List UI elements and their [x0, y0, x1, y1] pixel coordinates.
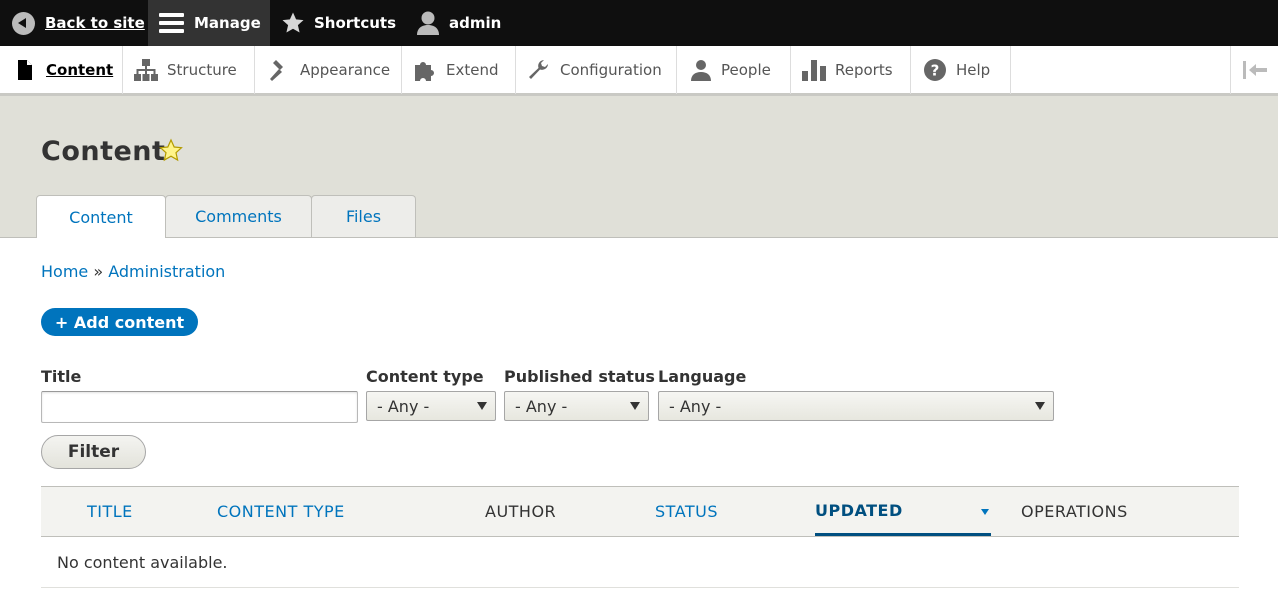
column-header-content-type[interactable]: CONTENT TYPE — [217, 487, 345, 536]
column-header-operations: OPERATIONS — [1021, 502, 1128, 521]
empty-message: No content available. — [57, 552, 228, 572]
dropdown-caret-icon — [630, 402, 640, 410]
content-type-filter-label: Content type — [366, 367, 484, 386]
published-status-filter-label: Published status — [504, 367, 655, 386]
tab-content[interactable]: Content — [36, 195, 166, 238]
user-icon — [417, 11, 439, 35]
tray-item-reports[interactable]: Reports — [791, 46, 911, 94]
bar-chart-icon — [801, 57, 827, 83]
tray-item-label: Extend — [446, 61, 499, 79]
tray-item-label: Configuration — [560, 61, 662, 79]
star-icon — [282, 12, 304, 33]
sitemap-icon — [133, 57, 159, 83]
svg-text:?: ? — [931, 62, 940, 80]
primary-tabs: Content Comments Files — [36, 195, 416, 238]
back-arrow-icon — [12, 11, 35, 35]
admin-toolbar: Back to site Manage Shortcuts admin — [0, 0, 1278, 46]
breadcrumb: Home » Administration — [41, 262, 225, 281]
paint-icon — [266, 57, 292, 83]
column-header-status[interactable]: STATUS — [655, 487, 718, 536]
tray-item-extend[interactable]: Extend — [402, 46, 516, 94]
breadcrumb-separator: » — [93, 262, 104, 281]
tray-item-help[interactable]: ? Help — [911, 46, 1011, 94]
tray-item-people[interactable]: People — [677, 46, 791, 94]
filter-button[interactable]: Filter — [41, 435, 146, 469]
puzzle-icon — [412, 57, 438, 83]
breadcrumb-home-link[interactable]: Home — [41, 262, 88, 281]
language-select-value: - Any - — [669, 396, 722, 416]
tray-item-label: Content — [46, 61, 114, 79]
tray-item-label: Help — [956, 61, 991, 79]
tray-item-label: Reports — [835, 61, 893, 79]
language-filter-label: Language — [658, 367, 747, 386]
column-header-title[interactable]: TITLE — [87, 487, 133, 536]
page-header: Content Content Comments Files — [0, 96, 1278, 238]
sort-descending-icon — [981, 509, 989, 515]
tray-item-label: People — [721, 61, 771, 79]
column-header-updated-label: UPDATED — [815, 500, 903, 520]
shortcuts-tab[interactable]: Shortcuts — [281, 0, 396, 46]
file-icon — [12, 57, 38, 83]
published-status-select[interactable]: - Any - — [504, 391, 649, 421]
admin-menu-tray: Content Structure Appearance Extend Conf… — [0, 46, 1278, 96]
back-to-site-link[interactable]: Back to site — [12, 0, 145, 46]
help-icon: ? — [922, 57, 948, 83]
language-select[interactable]: - Any - — [658, 391, 1054, 421]
title-filter-label: Title — [41, 367, 82, 386]
content-type-select[interactable]: - Any - — [366, 391, 496, 421]
content-type-select-value: - Any - — [377, 396, 430, 416]
collapse-left-icon — [1242, 61, 1267, 79]
content-table: TITLE CONTENT TYPE AUTHOR STATUS UPDATED… — [41, 486, 1239, 588]
title-filter-input[interactable] — [41, 391, 358, 423]
shortcut-star-icon[interactable] — [158, 138, 184, 163]
dropdown-caret-icon — [1035, 402, 1045, 410]
tab-comments[interactable]: Comments — [165, 195, 312, 237]
user-tab[interactable]: admin — [416, 0, 501, 46]
tray-item-label: Structure — [167, 61, 237, 79]
wrench-icon — [526, 57, 552, 83]
tray-item-appearance[interactable]: Appearance — [255, 46, 402, 94]
manage-tab[interactable]: Manage — [148, 0, 270, 46]
add-content-button[interactable]: + Add content — [41, 308, 198, 336]
people-icon — [687, 57, 713, 83]
column-header-updated[interactable]: UPDATED — [815, 487, 991, 536]
dropdown-caret-icon — [477, 402, 487, 410]
breadcrumb-administration-link[interactable]: Administration — [108, 262, 225, 281]
table-empty-row: No content available. — [41, 537, 1239, 588]
page-title: Content — [41, 136, 166, 167]
tray-item-label: Appearance — [300, 61, 391, 79]
manage-label: Manage — [194, 14, 261, 32]
table-header-row: TITLE CONTENT TYPE AUTHOR STATUS UPDATED… — [41, 486, 1239, 537]
tray-item-configuration[interactable]: Configuration — [516, 46, 677, 94]
back-to-site-label: Back to site — [45, 14, 145, 32]
shortcuts-label: Shortcuts — [314, 14, 397, 32]
published-status-select-value: - Any - — [515, 396, 568, 416]
user-label: admin — [449, 14, 502, 32]
column-header-author: AUTHOR — [485, 502, 557, 521]
collapse-tray-button[interactable] — [1230, 46, 1278, 94]
tray-item-structure[interactable]: Structure — [123, 46, 255, 94]
tab-files[interactable]: Files — [311, 195, 416, 237]
menu-icon — [159, 13, 184, 33]
tray-item-content[interactable]: Content — [0, 46, 123, 94]
